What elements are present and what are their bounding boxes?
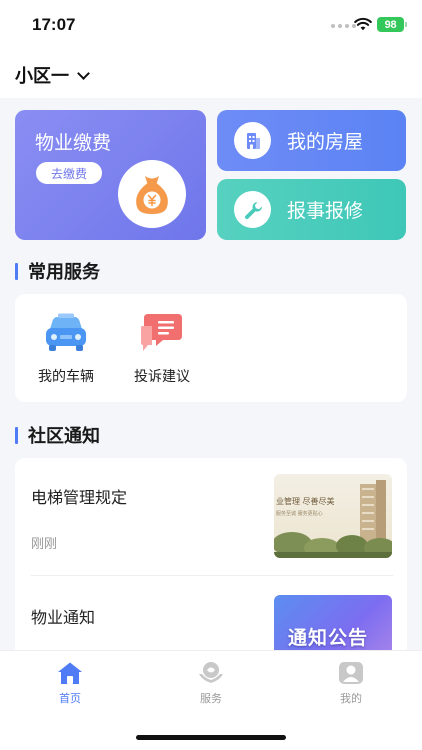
home-icon xyxy=(58,662,82,684)
building-icon xyxy=(246,132,260,149)
complaint-icon xyxy=(141,314,182,351)
tab-label-home: 首页 xyxy=(59,692,81,705)
repair-label: 报事报修 xyxy=(287,200,364,222)
notice-thumbnail: 通知公告 xyxy=(274,595,392,658)
services-card: 我的车辆 投诉建议 xyxy=(15,294,407,402)
community-name: 小区一 xyxy=(15,66,69,87)
property-fee-card[interactable]: 物业缴费 去缴费 xyxy=(15,110,206,240)
nav-bar: 小区一 xyxy=(0,52,422,98)
car-icon xyxy=(46,313,86,351)
notices-section-title: 社区通知 xyxy=(28,426,100,447)
section-accent-bar xyxy=(15,426,18,444)
community-selector[interactable]: 小区一 xyxy=(15,62,90,88)
repair-icon-badge xyxy=(234,191,271,228)
service-item-complaint[interactable]: 投诉建议 xyxy=(122,312,202,386)
notice-title: 物业通知 xyxy=(31,608,96,627)
battery-level: 98 xyxy=(384,18,397,31)
chevron-down-icon xyxy=(77,66,90,80)
house-icon-badge xyxy=(234,122,271,159)
repair-card[interactable]: 报事报修 xyxy=(217,179,406,240)
profile-icon xyxy=(339,662,363,684)
my-house-label: 我的房屋 xyxy=(287,131,364,153)
notice-item-elevator[interactable]: 电梯管理规定 刚刚 业管理 尽善尽美 服务至诚 服务更贴心 xyxy=(15,458,407,576)
pay-fee-button[interactable]: 去缴费 xyxy=(36,162,102,184)
money-bag-icon xyxy=(136,176,168,214)
services-section-title: 常用服务 xyxy=(28,262,100,283)
thumbnail-subcaption: 服务至诚 服务更贴心 xyxy=(276,511,323,517)
tab-services[interactable]: 服务 xyxy=(181,661,241,706)
notice-title: 电梯管理规定 xyxy=(31,488,128,507)
tab-home[interactable]: 首页 xyxy=(40,661,100,706)
service-label-my-vehicle: 我的车辆 xyxy=(38,369,94,385)
services-section-header: 常用服务 xyxy=(15,258,100,284)
services-icon xyxy=(199,662,223,683)
thumbnail-caption: 通知公告 xyxy=(288,627,369,649)
my-house-card[interactable]: 我的房屋 xyxy=(217,110,406,171)
tab-label-profile: 我的 xyxy=(340,692,362,705)
signal-dots-icon xyxy=(331,24,356,28)
section-accent-bar xyxy=(15,262,18,280)
property-fee-title: 物业缴费 xyxy=(35,132,112,154)
notices-section-header: 社区通知 xyxy=(15,422,100,448)
service-label-complaint: 投诉建议 xyxy=(134,369,190,385)
status-bar: 17:07 98 xyxy=(0,0,422,52)
wrench-icon xyxy=(244,201,262,219)
battery-indicator: 98 xyxy=(377,17,407,32)
notice-thumbnail: 业管理 尽善尽美 服务至诚 服务更贴心 xyxy=(274,474,392,558)
notices-card: 电梯管理规定 刚刚 业管理 尽善尽美 服务至诚 服务更贴心 物业通知 通知公告 xyxy=(15,458,407,658)
home-indicator xyxy=(136,735,286,740)
service-item-my-vehicle[interactable]: 我的车辆 xyxy=(26,312,106,386)
thumbnail-caption: 业管理 尽善尽美 xyxy=(276,497,335,506)
money-bag-badge xyxy=(118,160,186,228)
wifi-icon xyxy=(354,17,372,31)
tab-profile[interactable]: 我的 xyxy=(321,661,381,706)
status-time: 17:07 xyxy=(32,15,76,34)
tab-label-services: 服务 xyxy=(200,692,222,705)
notice-time: 刚刚 xyxy=(31,537,58,552)
